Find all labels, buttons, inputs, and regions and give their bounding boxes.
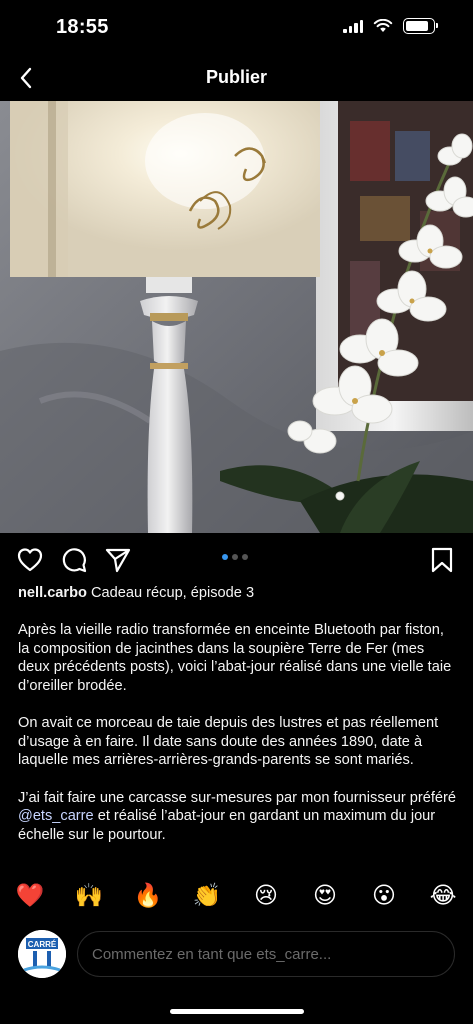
share-button[interactable]: [104, 546, 132, 574]
carousel-indicator: [222, 554, 248, 560]
caption-paragraph: Après la vieille radio transformée en en…: [18, 622, 452, 694]
home-indicator: [170, 1009, 304, 1014]
comment-placeholder: Commentez en tant que ets_carre...: [92, 945, 332, 963]
bookmark-icon: [431, 547, 453, 573]
wifi-icon: [373, 19, 393, 32]
status-time: 18:55: [56, 16, 109, 38]
save-button[interactable]: [428, 546, 456, 574]
comment-icon: [62, 548, 87, 573]
comment-button[interactable]: [60, 546, 88, 574]
status-bar: 18:55: [0, 0, 473, 56]
emoji-heart-eyes[interactable]: 😍: [309, 880, 341, 910]
emoji-crying[interactable]: 😢: [250, 880, 282, 910]
signal-icon: [343, 19, 363, 33]
send-icon: [105, 548, 131, 573]
emoji-clap[interactable]: 👏: [191, 880, 223, 910]
avatar[interactable]: CARRÉ: [18, 930, 66, 978]
post-image[interactable]: [0, 101, 473, 533]
emoji-surprised[interactable]: 😮: [368, 880, 400, 910]
caption-paragraph: J’ai fait faire une carcasse sur-mesures…: [18, 789, 456, 843]
carousel-dot: [232, 554, 238, 560]
emoji-raised-hands[interactable]: 🙌: [73, 880, 105, 910]
post-actions: [0, 540, 473, 580]
emoji-laughing[interactable]: 😂: [427, 880, 459, 910]
battery-icon: [403, 18, 438, 34]
emoji-heart[interactable]: ❤️: [14, 880, 46, 910]
post-username[interactable]: nell.carbo: [18, 585, 87, 601]
post-caption: nell.carbo Cadeau récup, épisode 3 Après…: [18, 584, 458, 863]
page-title: Publier: [205, 67, 267, 87]
nav-bar: Publier: [0, 56, 473, 100]
avatar-logo-text: CARRÉ: [28, 940, 57, 949]
emoji-fire[interactable]: 🔥: [132, 880, 164, 910]
caption-title: Cadeau récup, épisode 3: [91, 585, 255, 601]
carousel-dot: [222, 554, 228, 560]
mention-link[interactable]: @ets_carre: [18, 808, 94, 824]
carousel-dot: [242, 554, 248, 560]
comment-input[interactable]: Commentez en tant que ets_carre...: [77, 931, 455, 977]
heart-icon: [17, 548, 43, 572]
comment-row: CARRÉ Commentez en tant que ets_carre...: [0, 928, 473, 980]
status-icons: [343, 18, 438, 34]
emoji-reactions: ❤️ 🙌 🔥 👏 😢 😍 😮 😂: [14, 880, 459, 910]
like-button[interactable]: [16, 546, 44, 574]
caption-paragraph: On avait ce morceau de taie depuis des l…: [18, 715, 439, 769]
